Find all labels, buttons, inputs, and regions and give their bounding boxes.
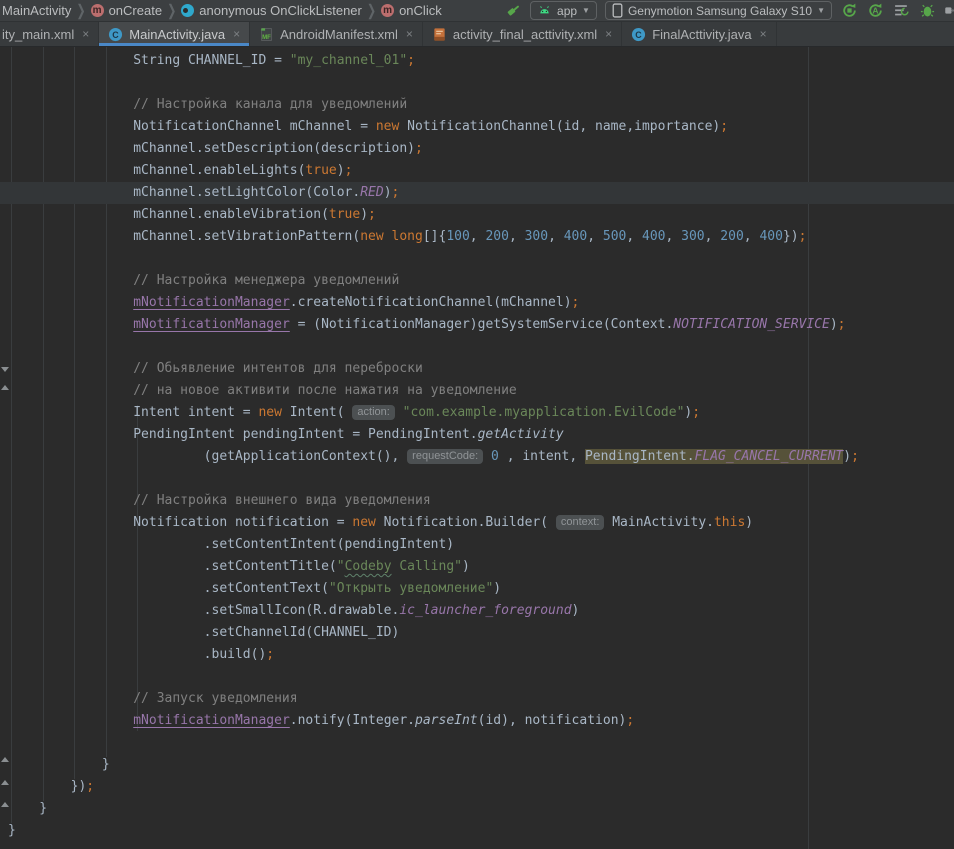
tab-finalacttivity-java[interactable]: C FinalActtivity.java × bbox=[622, 22, 776, 46]
code-line: } bbox=[0, 798, 954, 820]
chevron-down-icon: ▼ bbox=[817, 6, 825, 15]
xml-layout-file-icon bbox=[432, 27, 447, 42]
code-line bbox=[0, 666, 954, 688]
tab-label: AndroidManifest.xml bbox=[280, 27, 398, 42]
attach-debugger-icon[interactable] bbox=[944, 2, 954, 20]
code-line: (getApplicationContext(), requestCode: 0… bbox=[0, 446, 954, 468]
code-line: .build(); bbox=[0, 644, 954, 666]
java-class-icon: C bbox=[631, 27, 646, 42]
code-line: mChannel.setVibrationPattern(new long[]{… bbox=[0, 226, 954, 248]
code-line: PendingIntent pendingIntent = PendingInt… bbox=[0, 424, 954, 446]
main-toolbar: MainActivity ❯ m onCreate ❯ anonymous On… bbox=[0, 0, 954, 22]
chevron-down-icon: ▼ bbox=[582, 6, 590, 15]
device-label: Genymotion Samsung Galaxy S10 bbox=[628, 4, 812, 18]
phone-icon bbox=[612, 3, 623, 18]
breadcrumb-item-anonymous[interactable]: anonymous OnClickListener bbox=[181, 3, 362, 18]
svg-text:C: C bbox=[113, 29, 120, 39]
code-line: .setContentIntent(pendingIntent) bbox=[0, 534, 954, 556]
rerun-icon[interactable] bbox=[840, 2, 858, 20]
code-line: .setContentTitle("Codeby Calling") bbox=[0, 556, 954, 578]
code-line bbox=[0, 732, 954, 754]
code-line: mChannel.enableVibration(true); bbox=[0, 204, 954, 226]
code-line: } bbox=[0, 754, 954, 776]
editor-tab-bar: ity_main.xml × C MainActivity.java × MF … bbox=[0, 22, 954, 47]
code-line: Intent intent = new Intent( action: "com… bbox=[0, 402, 954, 424]
code-line bbox=[0, 468, 954, 490]
code-line bbox=[0, 336, 954, 358]
breadcrumb-label: anonymous OnClickListener bbox=[199, 3, 362, 18]
svg-text:MF: MF bbox=[262, 34, 271, 41]
run-tasks-list-icon[interactable] bbox=[892, 2, 910, 20]
code-line: .setChannelId(CHANNEL_ID) bbox=[0, 622, 954, 644]
code-line: NotificationChannel mChannel = new Notif… bbox=[0, 116, 954, 138]
tab-label: ity_main.xml bbox=[2, 27, 74, 42]
breadcrumb-label: onClick bbox=[399, 3, 442, 18]
code-line: mNotificationManager.createNotificationC… bbox=[0, 292, 954, 314]
breadcrumb-label: onCreate bbox=[109, 3, 162, 18]
breadcrumb-item-class[interactable]: MainActivity bbox=[2, 3, 71, 18]
device-select[interactable]: Genymotion Samsung Galaxy S10 ▼ bbox=[605, 1, 832, 20]
breadcrumb-item-onclick[interactable]: m onClick bbox=[381, 3, 442, 18]
tab-label: activity_final_acttivity.xml bbox=[453, 27, 597, 42]
run-configuration-select[interactable]: app ▼ bbox=[530, 1, 597, 20]
breadcrumb-separator: ❯ bbox=[167, 1, 176, 19]
code-line: mNotificationManager = (NotificationMana… bbox=[0, 314, 954, 336]
code-line: mNotificationManager.notify(Integer.pars… bbox=[0, 710, 954, 732]
code-line: mChannel.setLightColor(Color.RED); bbox=[0, 182, 954, 204]
close-icon[interactable]: × bbox=[82, 27, 89, 41]
method-icon: m bbox=[91, 4, 104, 17]
breadcrumb-label: MainActivity bbox=[2, 3, 71, 18]
code-line: // Запуск уведомления bbox=[0, 688, 954, 710]
code-line: // Настройка внешнего вида уведомления bbox=[0, 490, 954, 512]
breadcrumb-separator: ❯ bbox=[76, 1, 85, 19]
code-line: // Обьявление интентов для переброски bbox=[0, 358, 954, 380]
build-hammer-icon[interactable] bbox=[504, 2, 522, 20]
manifest-file-icon: MF bbox=[259, 27, 274, 42]
code-line: .setSmallIcon(R.drawable.ic_launcher_for… bbox=[0, 600, 954, 622]
code-line: }); bbox=[0, 776, 954, 798]
tab-mainactivity-java[interactable]: C MainActivity.java × bbox=[99, 22, 250, 46]
code-line bbox=[0, 248, 954, 270]
close-icon[interactable]: × bbox=[406, 27, 413, 41]
code-line: // на новое активити после нажатия на ув… bbox=[0, 380, 954, 402]
run-configuration-label: app bbox=[557, 4, 577, 18]
anonymous-class-icon bbox=[181, 4, 194, 17]
code-line: } bbox=[0, 820, 954, 842]
code-line: // Настройка менеджера уведомлений bbox=[0, 270, 954, 292]
code-line bbox=[0, 72, 954, 94]
code-line: .setContentText("Открыть уведомление") bbox=[0, 578, 954, 600]
android-robot-icon bbox=[537, 3, 552, 18]
run-toolbar: app ▼ Genymotion Samsung Galaxy S10 ▼ A bbox=[504, 1, 954, 20]
breadcrumb-item-oncreate[interactable]: m onCreate bbox=[91, 3, 162, 18]
tab-androidmanifest-xml[interactable]: MF AndroidManifest.xml × bbox=[250, 22, 423, 46]
code-line: mChannel.setDescription(description); bbox=[0, 138, 954, 160]
close-icon[interactable]: × bbox=[233, 27, 240, 41]
java-class-icon: C bbox=[108, 27, 123, 42]
close-icon[interactable]: × bbox=[605, 27, 612, 41]
svg-text:A: A bbox=[872, 6, 878, 16]
code-editor[interactable]: String CHANNEL_ID = "my_channel_01"; // … bbox=[0, 47, 954, 849]
breadcrumb-separator: ❯ bbox=[367, 1, 376, 19]
breadcrumb: MainActivity ❯ m onCreate ❯ anonymous On… bbox=[2, 3, 442, 18]
debug-icon[interactable] bbox=[918, 2, 936, 20]
code-line: String CHANNEL_ID = "my_channel_01"; bbox=[0, 50, 954, 72]
method-icon: m bbox=[381, 4, 394, 17]
tab-activity-main-xml[interactable]: ity_main.xml × bbox=[0, 22, 99, 46]
tab-label: FinalActtivity.java bbox=[652, 27, 751, 42]
svg-text:C: C bbox=[635, 29, 642, 39]
close-icon[interactable]: × bbox=[760, 27, 767, 41]
code-line: mChannel.enableLights(true); bbox=[0, 160, 954, 182]
tab-label: MainActivity.java bbox=[129, 27, 225, 42]
code-line: Notification notification = new Notifica… bbox=[0, 512, 954, 534]
code-line: // Настройка канала для уведомлений bbox=[0, 94, 954, 116]
tab-activity-final-acttivity-xml[interactable]: activity_final_acttivity.xml × bbox=[423, 22, 622, 46]
apply-code-changes-icon[interactable]: A bbox=[866, 2, 884, 20]
